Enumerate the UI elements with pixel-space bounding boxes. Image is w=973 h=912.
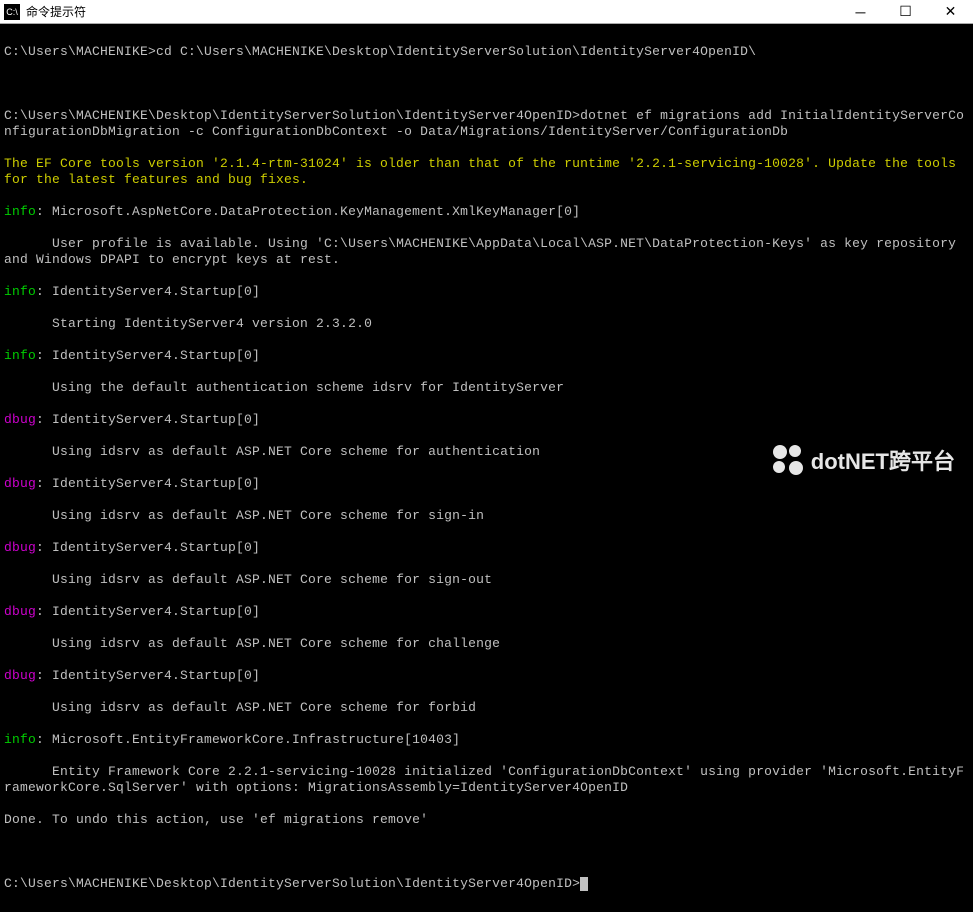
watermark-text: dotNET跨平台 [811,444,955,476]
log-source: : IdentityServer4.Startup[0] [36,412,260,427]
log-source: : Microsoft.EntityFrameworkCore.Infrastr… [36,732,460,747]
minimize-button[interactable]: ─ [838,0,883,24]
log-source: : IdentityServer4.Startup[0] [36,604,260,619]
log-message: Using idsrv as default ASP.NET Core sche… [4,508,969,524]
wechat-icon [773,445,803,475]
log-level-dbug: dbug [4,604,36,619]
log-level-dbug: dbug [4,540,36,555]
log-message: Entity Framework Core 2.2.1-servicing-10… [4,764,969,796]
maximize-button[interactable]: ☐ [883,0,928,24]
close-button[interactable]: ✕ [928,0,973,24]
log-level-info: info [4,732,36,747]
log-message: User profile is available. Using 'C:\Use… [4,236,969,268]
log-source: : IdentityServer4.Startup[0] [36,668,260,683]
log-source: : IdentityServer4.Startup[0] [36,348,260,363]
log-level-dbug: dbug [4,668,36,683]
command-text: cd C:\Users\MACHENIKE\Desktop\IdentitySe… [156,44,756,59]
done-message: Done. To undo this action, use 'ef migra… [4,812,969,828]
log-level-info: info [4,348,36,363]
log-message: Using the default authentication scheme … [4,380,969,396]
log-source: : IdentityServer4.Startup[0] [36,284,260,299]
window-title: 命令提示符 [26,3,838,20]
warning-text: The EF Core tools version '2.1.4-rtm-310… [4,156,969,188]
log-message: Using idsrv as default ASP.NET Core sche… [4,572,969,588]
watermark: dotNET跨平台 [773,444,955,476]
log-source: : IdentityServer4.Startup[0] [36,476,260,491]
log-message: Starting IdentityServer4 version 2.3.2.0 [4,316,969,332]
log-source: : IdentityServer4.Startup[0] [36,540,260,555]
log-level-info: info [4,284,36,299]
log-level-dbug: dbug [4,412,36,427]
prompt: C:\Users\MACHENIKE\Desktop\IdentityServe… [4,108,580,123]
log-source: : Microsoft.AspNetCore.DataProtection.Ke… [36,204,580,219]
log-level-dbug: dbug [4,476,36,491]
window-controls: ─ ☐ ✕ [838,0,973,24]
console-icon: C:\ [4,4,20,20]
prompt: C:\Users\MACHENIKE\Desktop\IdentityServe… [4,876,580,891]
cursor [580,877,588,891]
log-level-info: info [4,204,36,219]
prompt: C:\Users\MACHENIKE> [4,44,156,59]
log-message: Using idsrv as default ASP.NET Core sche… [4,700,969,716]
log-message: Using idsrv as default ASP.NET Core sche… [4,636,969,652]
window-titlebar: C:\ 命令提示符 ─ ☐ ✕ [0,0,973,24]
